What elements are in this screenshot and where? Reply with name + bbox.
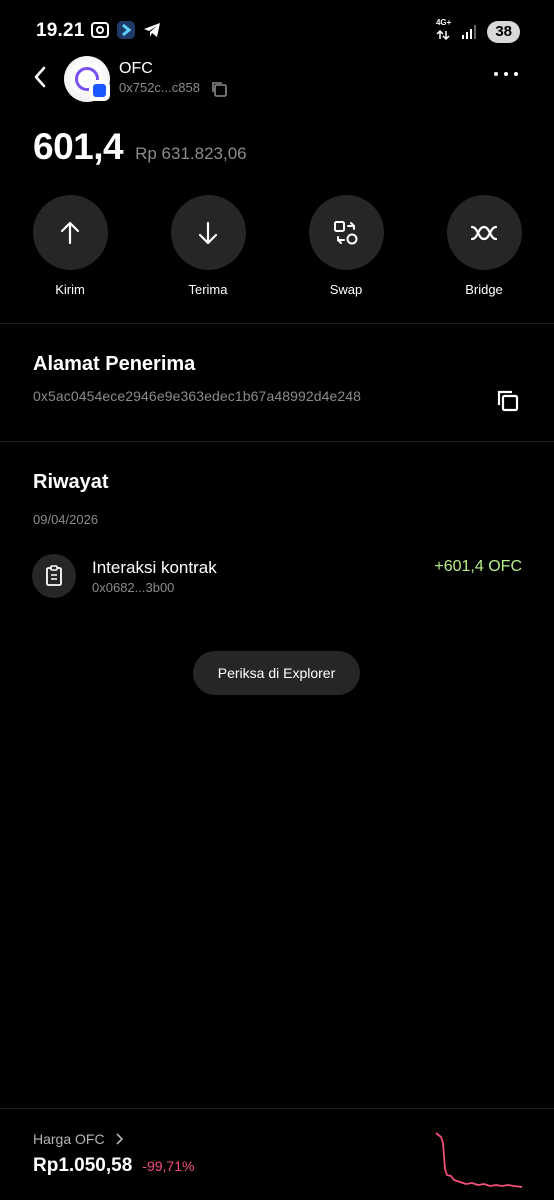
arrow-up-icon: [60, 221, 80, 244]
price-amount: Rp1.050,58: [33, 1155, 133, 1176]
receive-circle[interactable]: [170, 195, 246, 270]
bridge-icon: [470, 225, 498, 240]
price-footer[interactable]: Harga OFC Rp1.050,58 -99,71%: [0, 1108, 554, 1200]
receive-label: Terima: [188, 282, 228, 297]
more-dot-icon: [494, 72, 498, 76]
status-system-icons: 4G+ 38: [436, 19, 520, 45]
clipboard-icon: [46, 565, 62, 586]
sparkline-line: [435, 1132, 523, 1188]
status-time: 19.21: [36, 20, 85, 41]
telegram-icon: [144, 23, 160, 37]
price-change: -99,71%: [142, 1158, 195, 1174]
network-indicator: 4G+: [436, 19, 451, 45]
receive-button[interactable]: Terima: [158, 195, 258, 297]
transaction-amount: +601,4 OFC: [434, 558, 522, 575]
screenshot-icon: [91, 22, 109, 38]
signal-icon: [462, 25, 477, 39]
balance-fiat: Rp 631.823,06: [135, 144, 247, 163]
view-explorer-button[interactable]: Periksa di Explorer: [193, 651, 360, 695]
token-header: OFC 0x752c...c858: [0, 56, 554, 102]
price-sparkline: [435, 1132, 523, 1188]
bridge-button[interactable]: Bridge: [434, 195, 534, 297]
chevron-left-icon: [34, 66, 46, 88]
transaction-title: Interaksi kontrak: [92, 558, 217, 577]
bridge-circle[interactable]: [446, 195, 522, 270]
chain-badge-icon: [89, 80, 110, 101]
price-value-row: Rp1.050,58 -99,71%: [33, 1155, 194, 1177]
more-options-button[interactable]: [494, 72, 518, 76]
copy-icon[interactable]: [210, 80, 228, 98]
arrow-down-icon: [198, 221, 218, 244]
copy-address-icon[interactable]: [497, 390, 519, 412]
history-title: Riwayat: [33, 471, 109, 493]
send-label: Kirim: [55, 282, 85, 297]
network-type: 4G+: [435, 18, 452, 27]
swap-circle[interactable]: [308, 195, 384, 270]
app-arrow-icon: [117, 21, 135, 39]
more-dot-icon: [504, 72, 508, 76]
token-address: 0x752c...c858: [119, 80, 200, 95]
balance-amount: 601,4: [33, 126, 124, 167]
bridge-label: Bridge: [465, 282, 503, 297]
transaction-hash: 0x0682...3b00: [92, 580, 175, 595]
data-arrows-icon: [436, 29, 450, 41]
divider: [0, 441, 554, 442]
token-name: OFC: [119, 60, 153, 77]
recipient-address[interactable]: 0x5ac0454ece2946e9e363edec1b67a48992d4e2…: [33, 388, 361, 404]
battery-indicator: 38: [487, 21, 520, 43]
swap-label: Swap: [329, 282, 363, 297]
back-button[interactable]: [28, 64, 52, 90]
balance: 601,4 Rp 631.823,06: [33, 126, 247, 168]
more-dot-icon: [514, 72, 518, 76]
transaction-row[interactable]: Interaksi kontrak 0x0682...3b00 +601,4 O…: [32, 552, 524, 600]
history-date: 09/04/2026: [33, 512, 99, 527]
divider: [0, 323, 554, 324]
price-label: Harga OFC: [33, 1131, 105, 1147]
status-bar: 19.21 4G+ 38: [0, 0, 554, 58]
swap-button[interactable]: Swap: [296, 195, 396, 297]
send-circle[interactable]: [32, 195, 108, 270]
status-notification-icons: [90, 20, 162, 40]
recipient-title: Alamat Penerima: [33, 353, 196, 375]
send-button[interactable]: Kirim: [20, 195, 120, 297]
price-label-row[interactable]: Harga OFC: [33, 1131, 123, 1147]
chevron-right-icon: [116, 1133, 123, 1145]
contract-interaction-icon: [32, 554, 76, 598]
swap-icon: [334, 220, 358, 244]
